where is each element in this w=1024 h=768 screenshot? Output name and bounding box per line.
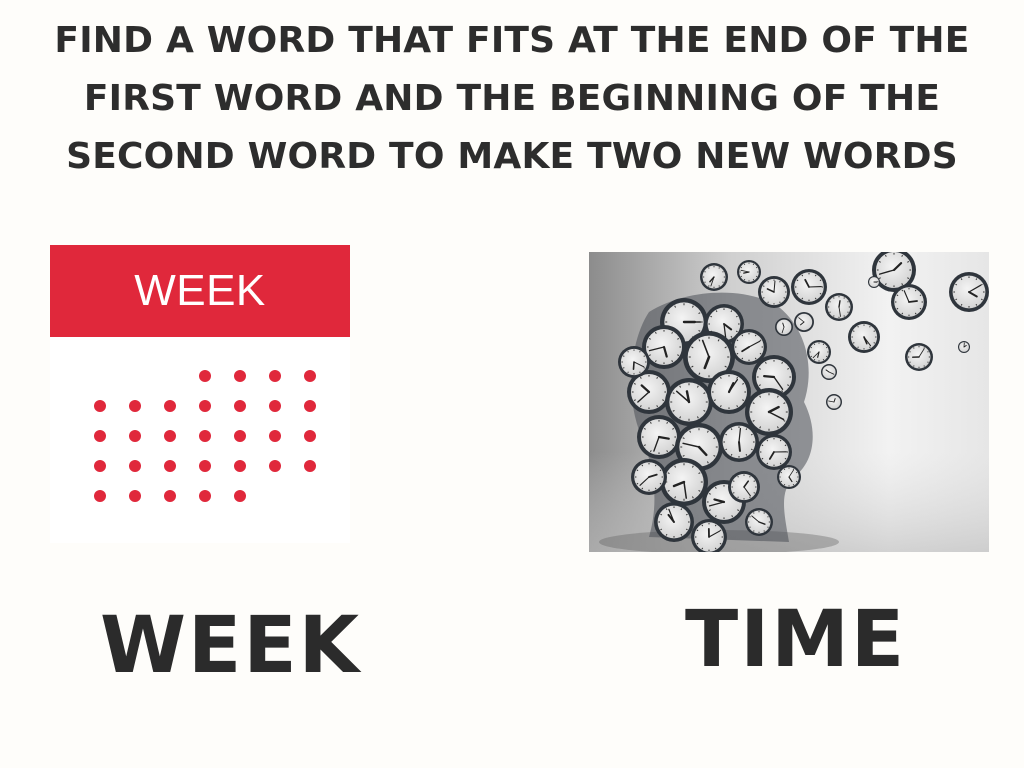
clock-icon	[825, 293, 853, 321]
calendar-dot	[234, 370, 246, 382]
clock-icon	[637, 415, 681, 459]
clock-icon	[905, 343, 933, 371]
instruction-line-1: FIND A WORD THAT FITS AT THE END OF THE	[54, 20, 970, 61]
clock-icon	[665, 378, 713, 426]
calendar-dot	[234, 430, 246, 442]
clock-icon	[654, 502, 694, 542]
calendar-dot	[269, 370, 281, 382]
calendar-dot	[199, 430, 211, 442]
calendar-dot	[129, 400, 141, 412]
clock-icon	[745, 508, 773, 536]
clock-icon	[791, 269, 827, 305]
clock-icon	[728, 471, 760, 503]
clock-icon	[777, 465, 801, 489]
calendar-dot	[199, 490, 211, 502]
clock-icon	[848, 321, 880, 353]
calendar-dot	[269, 400, 281, 412]
calendar-dot	[199, 400, 211, 412]
calendar-dot	[164, 400, 176, 412]
calendar-dot	[304, 400, 316, 412]
calendar-dot	[234, 400, 246, 412]
calendar-dot	[129, 430, 141, 442]
calendar-dot	[94, 430, 106, 442]
calendar-dot	[304, 460, 316, 472]
calendar-dot	[304, 370, 316, 382]
calendar-dot	[164, 460, 176, 472]
calendar-dot	[94, 490, 106, 502]
calendar-dot	[94, 460, 106, 472]
clock-icon	[700, 263, 728, 291]
clock-icon	[949, 272, 989, 312]
clock-icon	[758, 276, 790, 308]
puzzle-instructions: FIND A WORD THAT FITS AT THE END OF THE …	[30, 12, 994, 186]
calendar-dot	[164, 490, 176, 502]
calendar-dot	[94, 400, 106, 412]
clock-icon	[775, 318, 793, 336]
clock-icon	[794, 312, 814, 332]
clock-icon	[891, 284, 927, 320]
calendar-dot	[234, 490, 246, 502]
clock-icon	[631, 459, 667, 495]
second-word: TIME	[685, 595, 907, 685]
clock-icon	[660, 458, 708, 506]
instruction-line-3: SECOND WORD TO MAKE TWO NEW WORDS	[66, 136, 958, 177]
clock-icon	[821, 364, 837, 380]
calendar-dot	[269, 430, 281, 442]
clock-head-illustration	[589, 252, 989, 552]
calendar-dot	[129, 460, 141, 472]
clock-icon	[868, 276, 880, 288]
clock-icon	[826, 394, 842, 410]
calendar-dot	[199, 460, 211, 472]
calendar-dot	[269, 460, 281, 472]
clock-icon	[958, 341, 970, 353]
calendar-dot	[304, 430, 316, 442]
calendar-dot	[129, 490, 141, 502]
clock-icon	[807, 340, 831, 364]
clock-icon	[756, 434, 792, 470]
first-word: WEEK	[100, 601, 362, 691]
clock-icon	[737, 260, 761, 284]
calendar-dot	[164, 430, 176, 442]
calendar-icon: WEEK	[50, 245, 350, 543]
clock-icon	[707, 370, 751, 414]
clock-icon	[719, 422, 759, 462]
clock-icon	[618, 346, 650, 378]
calendar-dot-grid	[94, 370, 316, 502]
clock-head-image	[589, 252, 989, 552]
instruction-line-2: FIRST WORD AND THE BEGINNING OF THE	[83, 78, 941, 119]
calendar-dot	[199, 370, 211, 382]
calendar-dot	[234, 460, 246, 472]
